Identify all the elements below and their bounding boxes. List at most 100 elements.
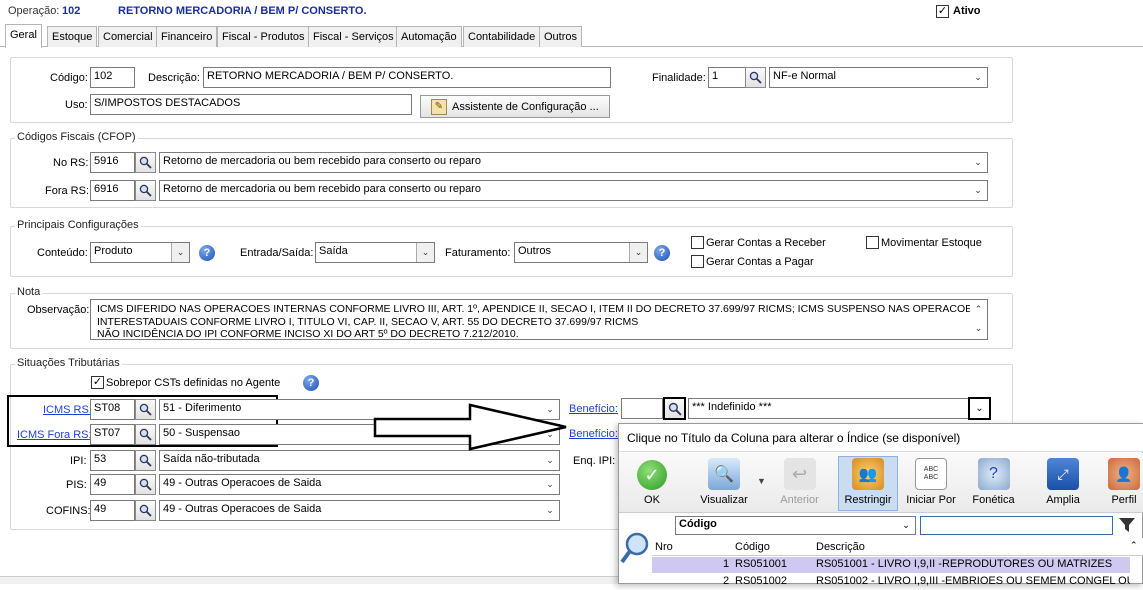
- amplia-button[interactable]: ⤢ Amplia: [1034, 455, 1092, 510]
- entrada-saida-value: Saída: [319, 245, 348, 257]
- ipi-label: IPI:: [70, 455, 87, 467]
- index-search-input[interactable]: [920, 516, 1113, 535]
- table-row[interactable]: 2 RS051002 RS051002 - LIVRO I,9,III -EMB…: [652, 574, 1130, 590]
- popup-title-bar: Clique no Título da Coluna para alterar …: [619, 424, 1143, 452]
- perfil-button[interactable]: 👤 Perfil: [1102, 455, 1143, 510]
- tab-financeiro[interactable]: Financeiro: [156, 26, 218, 47]
- filter-icon[interactable]: [1119, 518, 1135, 535]
- expand-window-icon: ⤢: [1047, 458, 1079, 490]
- cofins-search-button[interactable]: [135, 500, 156, 521]
- uso-field[interactable]: S/IMPOSTOS DESTACADOS: [90, 94, 412, 115]
- magnifier-icon: [139, 504, 152, 517]
- assistente-button[interactable]: ✎ Assistente de Configuração ...: [420, 95, 610, 118]
- observacao-scrollbar[interactable]: ⌃ ⌄: [970, 300, 987, 339]
- pis-code-field[interactable]: 49: [90, 474, 135, 495]
- conteudo-select[interactable]: Produto ⌄: [90, 242, 190, 263]
- beneficio2-link[interactable]: Benefício:: [569, 428, 618, 440]
- help-icon[interactable]: ?: [654, 245, 670, 261]
- icms-fora-rs-code-field[interactable]: ST07: [90, 424, 135, 445]
- ipi-search-button[interactable]: [135, 450, 156, 471]
- chevron-down-icon[interactable]: ⌄: [541, 475, 559, 494]
- no-rs-search-button[interactable]: [135, 152, 156, 173]
- row-codigo: RS051001: [735, 558, 787, 570]
- observacao-textarea[interactable]: ICMS DIFERIDO NAS OPERACOES INTERNAS CON…: [90, 299, 988, 340]
- chevron-down-icon[interactable]: ⌄: [969, 68, 987, 87]
- finalidade-select[interactable]: NF-e Normal ⌄: [769, 67, 988, 88]
- gerar-receber-checkbox[interactable]: [691, 236, 704, 249]
- fora-rs-label: Fora RS:: [45, 185, 90, 197]
- tab-geral[interactable]: Geral: [5, 24, 42, 48]
- beneficio-dropdown-button[interactable]: ⌄: [968, 397, 991, 420]
- tab-automacao[interactable]: Automação: [396, 26, 462, 47]
- table-row[interactable]: 1 RS051001 RS051001 - LIVRO I,9,II -REPR…: [652, 557, 1130, 573]
- ipi-desc-select[interactable]: Saída não-tributada ⌄: [159, 450, 560, 471]
- magnifier-icon: [139, 454, 152, 467]
- beneficio-select[interactable]: *** Indefinido ***: [688, 398, 990, 419]
- chevron-down-icon[interactable]: ⌄: [541, 451, 559, 470]
- back-arrow-icon: ↩: [783, 458, 816, 490]
- tab-contabilidade[interactable]: Contabilidade: [463, 26, 541, 47]
- movimentar-estoque-checkbox[interactable]: [866, 236, 879, 249]
- no-rs-desc-select[interactable]: Retorno de mercadoria ou bem recebido pa…: [159, 152, 988, 173]
- tab-fiscal-produtos[interactable]: Fiscal - Produtos: [217, 26, 310, 47]
- cofins-desc-select[interactable]: 49 - Outras Operacoes de Saida ⌄: [159, 500, 560, 521]
- cofins-desc: 49 - Outras Operacoes de Saida: [163, 503, 322, 515]
- finalidade-search-button[interactable]: [745, 67, 766, 88]
- beneficio-link[interactable]: Benefício:: [569, 403, 618, 415]
- icms-rs-code-field[interactable]: ST08: [90, 399, 135, 420]
- chevron-down-icon[interactable]: ⌄: [541, 501, 559, 520]
- icms-fora-rs-search-button[interactable]: [135, 424, 156, 445]
- restringir-button[interactable]: 👥 Restringir: [838, 455, 898, 510]
- col-nro[interactable]: Nro: [655, 541, 673, 553]
- tab-fiscal-servicos[interactable]: Fiscal - Serviços: [308, 26, 399, 47]
- tab-comercial[interactable]: Comercial: [98, 26, 158, 47]
- beneficio-search-button[interactable]: [663, 397, 686, 420]
- no-rs-code-field[interactable]: 5916: [90, 152, 135, 173]
- chevron-down-icon[interactable]: ⌄: [629, 243, 647, 262]
- codigo-label: Código:: [50, 72, 88, 84]
- sobrepor-checkbox[interactable]: ✓: [91, 376, 104, 389]
- cofins-code-field[interactable]: 49: [90, 500, 135, 521]
- fonetica-button[interactable]: ? Fonética: [966, 455, 1021, 510]
- ok-button[interactable]: ✓ OK: [626, 455, 678, 510]
- icms-rs-link[interactable]: ICMS RS:: [43, 404, 92, 416]
- pis-desc-select[interactable]: 49 - Outras Operacoes de Saida ⌄: [159, 474, 560, 495]
- faturamento-select[interactable]: Outros ⌄: [514, 242, 648, 263]
- fora-rs-search-button[interactable]: [135, 180, 156, 201]
- chevron-down-icon[interactable]: ⌄: [897, 517, 915, 534]
- iniciar-por-button[interactable]: ABC ABC Iniciar Por: [903, 455, 959, 510]
- chevron-down-icon[interactable]: ⌄: [416, 243, 434, 262]
- finalidade-code-field[interactable]: 1: [708, 67, 746, 88]
- help-icon[interactable]: ?: [303, 375, 319, 391]
- chevron-down-icon[interactable]: ⌄: [969, 153, 987, 172]
- pis-search-button[interactable]: [135, 474, 156, 495]
- scroll-up-icon[interactable]: ⌃: [970, 300, 987, 319]
- ipi-code-field[interactable]: 53: [90, 450, 135, 471]
- tab-outros[interactable]: Outros: [539, 26, 583, 47]
- popup-search-panel-icon[interactable]: [620, 530, 652, 570]
- no-rs-label: No RS:: [53, 157, 89, 169]
- gerar-pagar-checkbox[interactable]: [691, 255, 704, 268]
- col-codigo[interactable]: Código: [735, 541, 770, 553]
- visualizar-button[interactable]: 🔍 Visualizar: [694, 455, 754, 510]
- col-descricao[interactable]: Descrição: [816, 541, 865, 553]
- chevron-down-icon[interactable]: ⌄: [171, 243, 189, 262]
- ativo-checkbox[interactable]: ✓: [936, 5, 949, 18]
- descricao-field[interactable]: RETORNO MERCADORIA / BEM P/ CONSERTO.: [203, 67, 611, 88]
- fora-rs-code-field[interactable]: 6916: [90, 180, 135, 201]
- icms-fora-rs-link[interactable]: ICMS Fora RS:: [17, 429, 92, 441]
- icms-rs-search-button[interactable]: [135, 399, 156, 420]
- ativo-label: Ativo: [953, 5, 981, 17]
- scroll-up-icon[interactable]: ⌃: [1130, 540, 1138, 551]
- help-icon[interactable]: ?: [199, 245, 215, 261]
- entrada-saida-select[interactable]: Saída ⌄: [315, 242, 435, 263]
- scroll-down-icon[interactable]: ⌄: [970, 319, 987, 338]
- fora-rs-desc-select[interactable]: Retorno de mercadoria ou bem recebido pa…: [159, 180, 988, 201]
- codigo-field[interactable]: 102: [90, 67, 135, 88]
- anterior-button[interactable]: ↩ Anterior: [772, 455, 827, 510]
- beneficio-code-field[interactable]: [621, 398, 663, 419]
- visualizar-dropdown-icon[interactable]: ▼: [757, 476, 766, 486]
- chevron-down-icon[interactable]: ⌄: [969, 181, 987, 200]
- index-select[interactable]: Código ⌄: [675, 516, 916, 535]
- tab-estoque[interactable]: Estoque: [47, 26, 98, 47]
